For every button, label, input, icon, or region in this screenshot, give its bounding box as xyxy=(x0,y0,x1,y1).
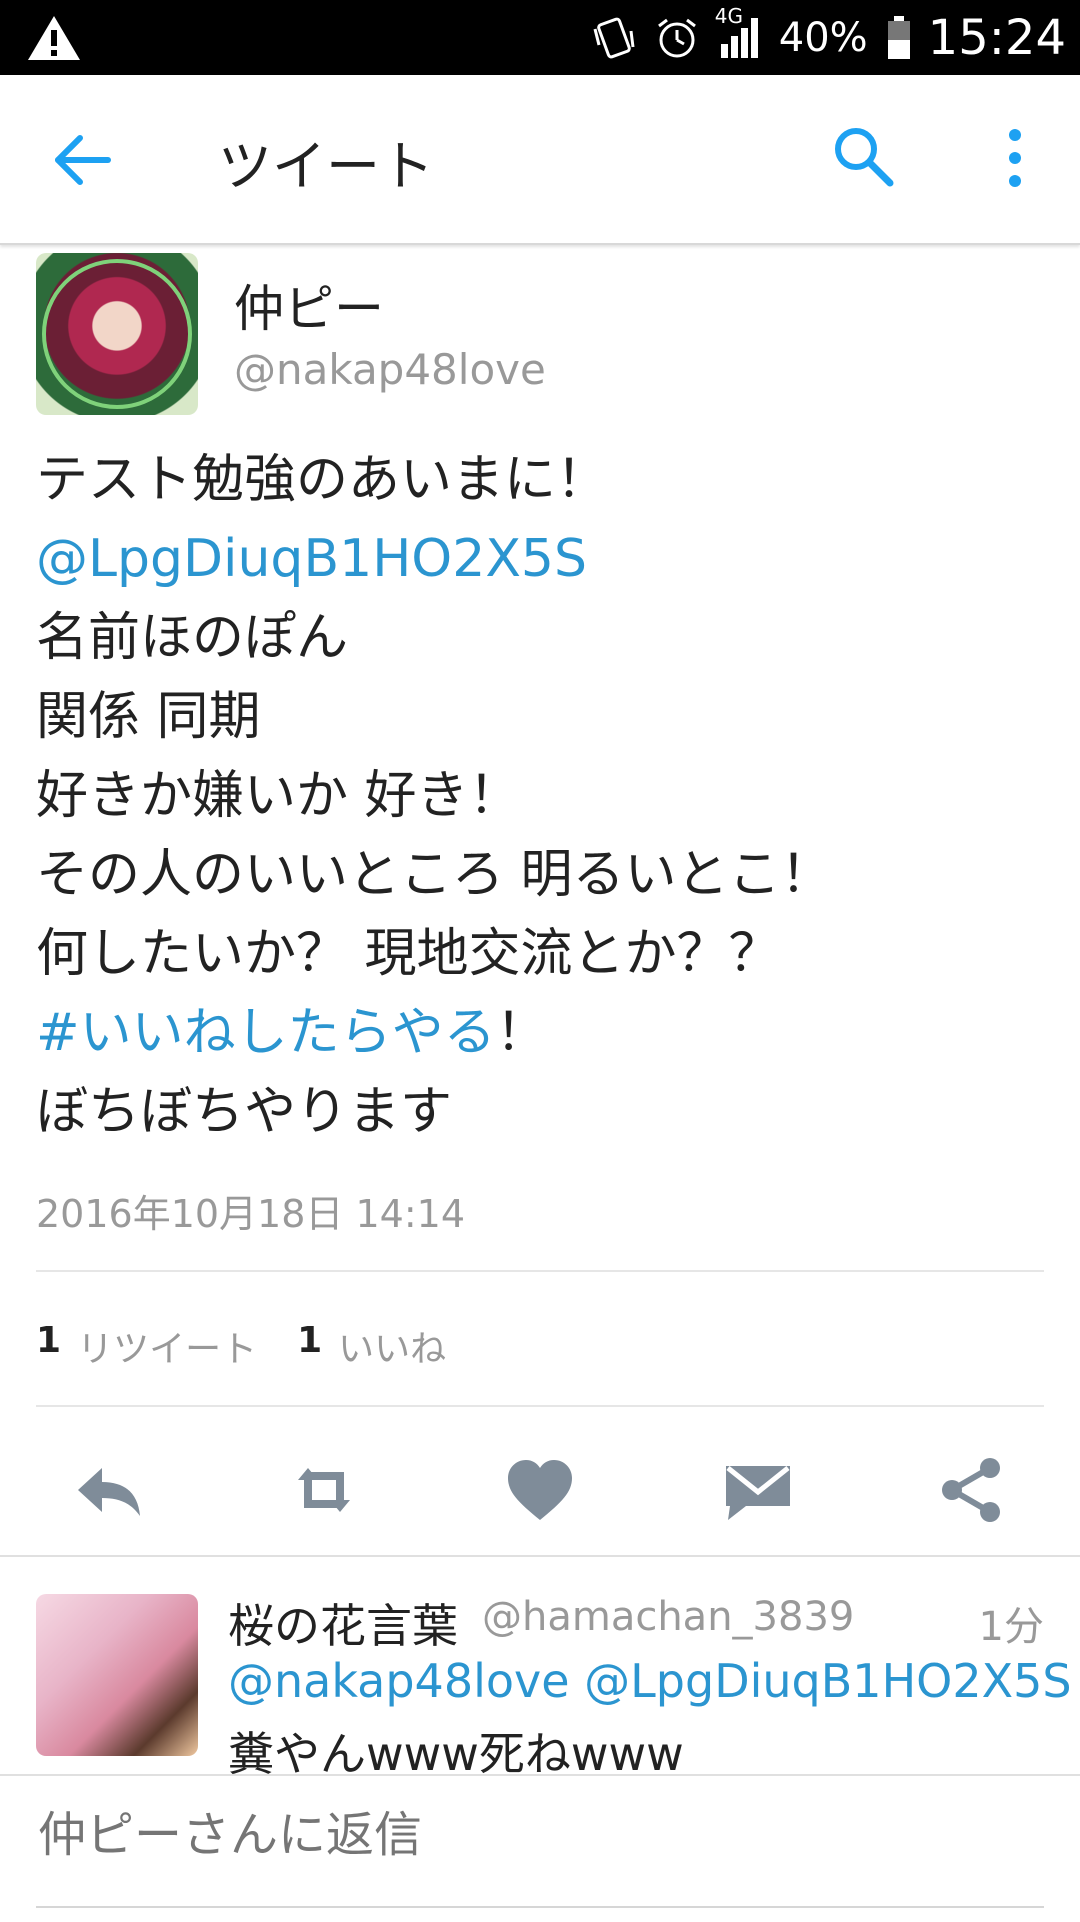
hashtag-link[interactable]: #いいねしたらやる xyxy=(36,1003,496,1063)
tweet-line: ぼちぼちやります xyxy=(36,1082,453,1142)
author-name[interactable]: 仲ピー xyxy=(234,269,384,341)
tweet-line: その人のいいところ 明るいとこ！ xyxy=(36,845,833,905)
mention-link[interactable]: @LpgDiuqB1HO2X5S xyxy=(36,529,587,589)
divider xyxy=(0,1555,1080,1557)
retweet-stat[interactable]: 1 リツイート xyxy=(36,1320,257,1372)
reply-time: 1分 xyxy=(978,1604,1044,1650)
back-arrow-icon[interactable] xyxy=(50,125,120,195)
reply-compose xyxy=(0,1774,1080,1922)
battery-icon xyxy=(886,15,912,60)
warning-icon xyxy=(28,16,80,60)
network-type: 4G xyxy=(714,3,743,28)
signal-icon: 4G xyxy=(715,4,761,60)
alarm-icon xyxy=(655,16,699,60)
tweet-actions xyxy=(0,1450,1080,1540)
retweet-icon[interactable] xyxy=(284,1450,364,1530)
app-bar: ツイート xyxy=(0,75,1080,245)
tweet-line: 何したいか？ 現地交流とか？？ xyxy=(36,924,781,984)
status-bar: 4G 40% 15:24 xyxy=(0,0,1080,75)
message-icon[interactable] xyxy=(718,1450,798,1530)
tweet-line: #いいねしたらやる！ xyxy=(36,1003,548,1063)
vibrate-icon xyxy=(591,15,637,61)
avatar[interactable] xyxy=(36,253,198,415)
tweet-line: 名前ほのぽん xyxy=(36,608,349,668)
more-vert-icon[interactable] xyxy=(990,123,1040,193)
tweet-line: テスト勉強のあいまに！ xyxy=(36,450,609,510)
retweet-label: リツイート xyxy=(77,1329,258,1370)
tweet-stats: 1 リツイート 1 いいね xyxy=(36,1320,486,1372)
divider xyxy=(36,1270,1044,1272)
reply-tweet[interactable]: 桜の花言葉 @hamachan_3839 1分 @nakap48love @Lp… xyxy=(0,1560,1080,1781)
tweet-timestamp: 2016年10月18日 14:14 xyxy=(36,1192,466,1236)
reply-input[interactable] xyxy=(36,1806,1020,1864)
divider xyxy=(36,1405,1044,1407)
reply-icon[interactable] xyxy=(68,1450,148,1530)
retweet-count: 1 xyxy=(36,1320,62,1361)
battery-percent: 40% xyxy=(778,14,868,61)
heart-icon[interactable] xyxy=(500,1450,580,1530)
author-handle[interactable]: @nakap48love xyxy=(234,345,546,394)
tweet-line: @LpgDiuqB1HO2X5S xyxy=(36,520,1046,599)
clock: 15:24 xyxy=(927,9,1066,66)
page-title: ツイート xyxy=(218,135,434,198)
avatar[interactable] xyxy=(36,1594,198,1756)
like-stat[interactable]: 1 いいね xyxy=(297,1320,446,1372)
input-underline xyxy=(36,1906,1044,1908)
like-count: 1 xyxy=(297,1320,323,1361)
share-icon[interactable] xyxy=(932,1450,1012,1530)
search-icon[interactable] xyxy=(830,123,896,189)
reply-author-name[interactable]: 桜の花言葉 xyxy=(228,1590,458,1656)
tweet-line: 好きか嫌いか 好き！ xyxy=(36,766,521,826)
tweet-text: テスト勉強のあいまに！ @LpgDiuqB1HO2X5S 名前ほのぽん 関係 同… xyxy=(36,441,1046,1152)
reply-author-handle[interactable]: @hamachan_3839 xyxy=(482,1594,854,1640)
reply-mentions[interactable]: @nakap48love @LpgDiuqB1HO2X5S xyxy=(228,1654,1072,1708)
tweet-line: 関係 同期 xyxy=(36,687,261,747)
like-label: いいね xyxy=(338,1329,447,1370)
